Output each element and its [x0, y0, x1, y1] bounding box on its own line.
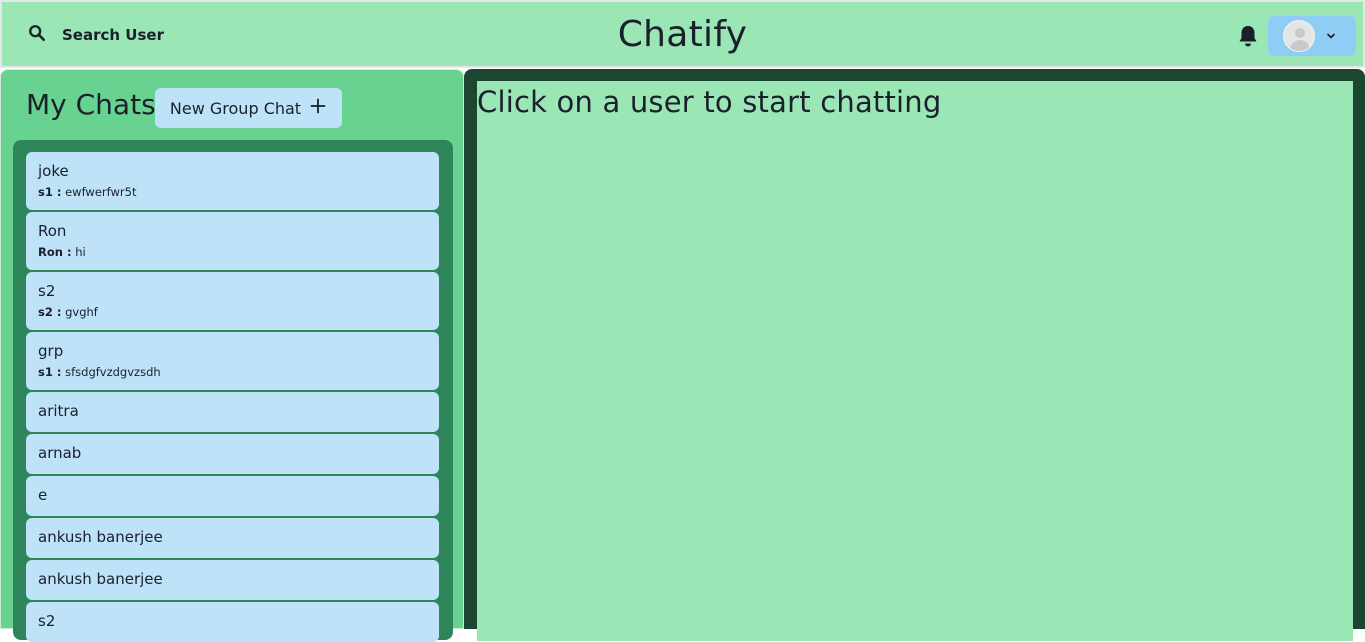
chat-item-ron[interactable]: Ron Ron : hi [26, 212, 439, 270]
chat-latest-sender: s2 : [38, 305, 62, 319]
chat-latest-sender: Ron : [38, 245, 72, 259]
chat-name: s2 [38, 612, 56, 630]
chat-item-grp[interactable]: grp s1 : sfsdgfvzdgvzsdh [26, 332, 439, 390]
plus-icon [309, 95, 327, 119]
chat-latest-text: hi [75, 245, 86, 259]
chat-panel: Click on a user to start chatting [464, 69, 1365, 641]
app-title: Chatify [617, 14, 748, 55]
new-group-chat-label: New Group Chat [169, 98, 302, 118]
chevron-down-icon [1325, 27, 1337, 46]
new-group-chat-button[interactable]: New Group Chat [155, 88, 342, 128]
top-bar: Search User Chatify [0, 0, 1365, 68]
bell-icon[interactable] [1237, 24, 1259, 48]
chat-name: arnab [38, 444, 82, 462]
chat-latest-message: s1 : ewfwerfwr5t [38, 185, 427, 199]
chat-item-e[interactable]: e [26, 476, 439, 516]
chat-item-s2[interactable]: s2 s2 : gvghf [26, 272, 439, 330]
chat-area: Click on a user to start chatting [477, 81, 1353, 641]
chat-name: grp [38, 342, 64, 360]
chat-name: ankush banerjee [38, 528, 163, 546]
chat-item-s2-2[interactable]: s2 [26, 602, 439, 642]
chat-latest-message: s2 : gvghf [38, 305, 427, 319]
my-chats-panel: My Chats New Group Chat joke s1 : ewfwer… [0, 69, 464, 642]
chat-latest-text: sfsdgfvzdgvzsdh [65, 365, 161, 379]
user-avatar-icon [1283, 20, 1315, 52]
my-chats-title: My Chats [26, 88, 156, 121]
chat-item-ankush-banerjee[interactable]: ankush banerjee [26, 518, 439, 558]
chat-name: ankush banerjee [38, 570, 163, 588]
chat-list[interactable]: joke s1 : ewfwerfwr5t Ron Ron : hi s2 s2… [13, 140, 453, 642]
chat-item-joke[interactable]: joke s1 : ewfwerfwr5t [26, 152, 439, 210]
chat-name: e [38, 486, 48, 504]
chat-name: Ron [38, 222, 67, 240]
chat-item-arnab[interactable]: arnab [26, 434, 439, 474]
start-chatting-placeholder: Click on a user to start chatting [477, 85, 942, 119]
profile-menu-button[interactable] [1268, 16, 1356, 56]
chat-latest-message: s1 : sfsdgfvzdgvzsdh [38, 365, 427, 379]
chat-name: s2 [38, 282, 56, 300]
chat-latest-sender: s1 : [38, 365, 62, 379]
chat-latest-text: gvghf [65, 305, 98, 319]
chat-name: joke [38, 162, 69, 180]
chat-item-ankush-banerjee-2[interactable]: ankush banerjee [26, 560, 439, 600]
chat-latest-message: Ron : hi [38, 245, 427, 259]
chat-latest-sender: s1 : [38, 185, 62, 199]
chat-latest-text: ewfwerfwr5t [65, 185, 137, 199]
chat-name: aritra [38, 402, 79, 420]
chat-item-aritra[interactable]: aritra [26, 392, 439, 432]
